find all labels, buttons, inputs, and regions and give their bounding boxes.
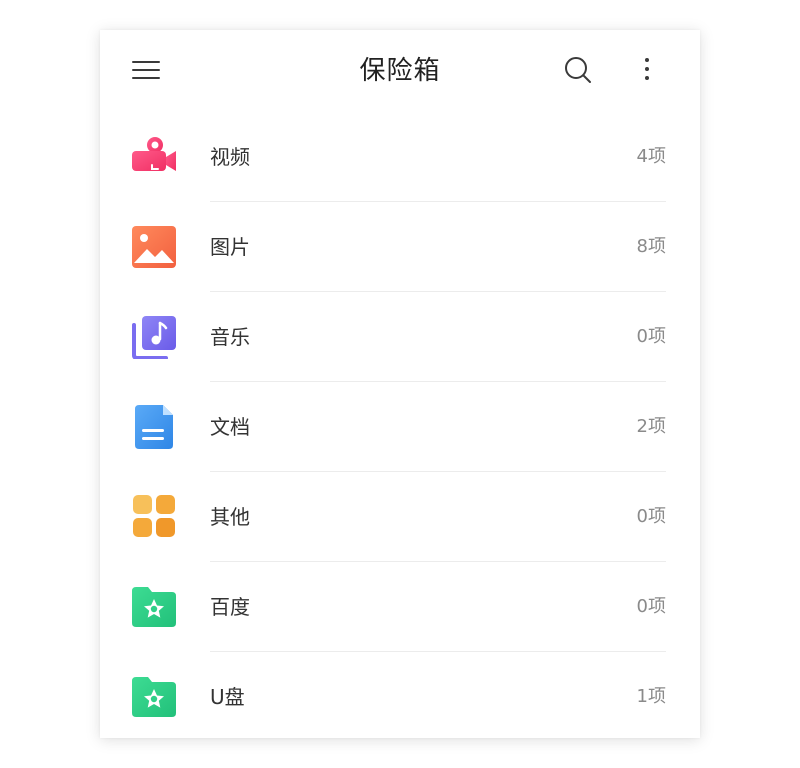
list-item-label: 音乐	[210, 325, 250, 349]
list-item-count: 0项	[636, 506, 666, 527]
list-item-label: U盘	[210, 685, 245, 709]
list-item-other[interactable]: 其他 0项	[100, 472, 700, 562]
safe-box-panel: 保险箱 视频 4项 图片 8项 音乐 0项 文档 2项 其他 0项 百度 0项 …	[100, 30, 700, 738]
list-item-label: 其他	[210, 505, 250, 529]
list-item-label: 图片	[210, 235, 250, 259]
more-vertical-icon[interactable]	[635, 54, 659, 86]
list-item-count: 1项	[636, 686, 666, 707]
list-item-count: 2项	[636, 416, 666, 437]
search-icon[interactable]	[562, 54, 594, 86]
page-title: 保险箱	[359, 56, 441, 86]
grid-apps-icon	[130, 495, 178, 539]
list-item-baidu[interactable]: 百度 0项	[100, 562, 700, 652]
folder-star-icon	[130, 585, 178, 629]
list-item-count: 8项	[636, 236, 666, 257]
list-item-count: 0项	[636, 596, 666, 617]
list-item-count: 4项	[636, 146, 666, 167]
video-camera-icon	[130, 135, 178, 179]
document-icon	[130, 405, 178, 449]
list-item-count: 0项	[636, 326, 666, 347]
picture-icon	[130, 225, 178, 269]
hamburger-menu-icon[interactable]	[132, 60, 160, 80]
list-item-video[interactable]: 视频 4项	[100, 112, 700, 202]
list-item-music[interactable]: 音乐 0项	[100, 292, 700, 382]
music-icon	[130, 315, 178, 360]
folder-star-icon	[130, 675, 178, 719]
list-item-usb[interactable]: U盘 1项	[100, 652, 700, 738]
list-item-label: 百度	[210, 595, 250, 619]
list-item-picture[interactable]: 图片 8项	[100, 202, 700, 292]
list-item-document[interactable]: 文档 2项	[100, 382, 700, 472]
list-item-label: 视频	[210, 145, 250, 169]
header-bar: 保险箱	[100, 30, 700, 112]
list-item-label: 文档	[210, 415, 250, 439]
